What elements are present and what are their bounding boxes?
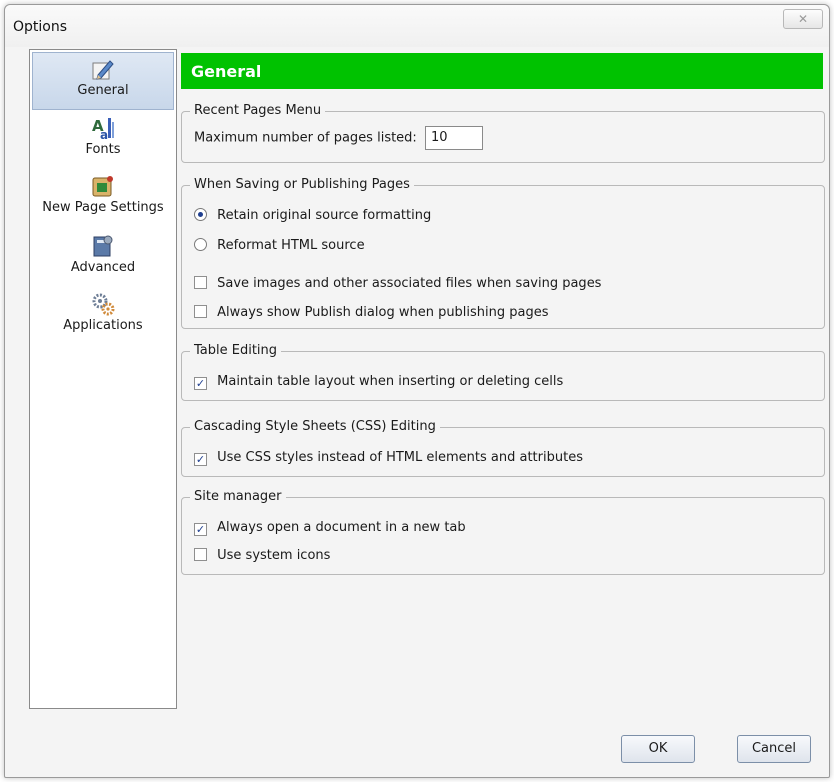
retain-formatting-option[interactable]: Retain original source formatting	[194, 208, 431, 223]
option-label: Always open a document in a new tab	[217, 520, 466, 535]
close-icon: ✕	[797, 12, 809, 26]
ok-button[interactable]: OK	[621, 735, 695, 763]
option-label: Retain original source formatting	[217, 208, 432, 223]
pencil-paper-icon	[92, 60, 114, 80]
publish-dialog-option[interactable]: Always show Publish dialog when publishi…	[194, 305, 549, 320]
maintain-table-layout-option[interactable]: ✓ Maintain table layout when inserting o…	[194, 374, 563, 390]
window-title: Options	[13, 19, 68, 35]
checkbox[interactable]	[194, 305, 207, 318]
radio-button[interactable]	[194, 208, 207, 221]
group-legend: Table Editing	[190, 343, 282, 358]
sidebar-item-advanced[interactable]: Advanced	[32, 230, 174, 286]
sidebar-item-label: Advanced	[70, 260, 136, 275]
max-pages-input[interactable]: 10	[424, 126, 483, 150]
sidebar-item-fonts[interactable]: A a Fonts	[32, 112, 174, 168]
cancel-button[interactable]: Cancel	[737, 735, 811, 763]
sidebar-item-label: New Page Settings	[42, 200, 164, 215]
category-list: General A a Fonts New Page Settings Adva…	[29, 49, 177, 709]
recent-pages-group: Recent Pages Menu Maximum number of page…	[181, 103, 825, 163]
group-legend: Recent Pages Menu	[190, 103, 326, 118]
option-label: Reformat HTML source	[217, 238, 365, 253]
option-label: Save images and other associated files w…	[217, 276, 602, 291]
checkbox-checked-icon[interactable]: ✓	[194, 377, 207, 390]
sidebar-item-general[interactable]: General	[32, 52, 174, 110]
reformat-html-option[interactable]: Reformat HTML source	[194, 238, 365, 253]
checkbox[interactable]	[194, 548, 207, 561]
use-css-option[interactable]: ✓ Use CSS styles instead of HTML element…	[194, 450, 583, 466]
svg-text:a: a	[100, 128, 108, 140]
close-button[interactable]: ✕	[783, 9, 823, 29]
option-label: Always show Publish dialog when publishi…	[217, 305, 549, 320]
sidebar-item-label: General	[77, 83, 129, 98]
gears-icon	[92, 293, 115, 316]
sidebar-item-label: Fonts	[85, 142, 121, 157]
group-legend: When Saving or Publishing Pages	[190, 177, 414, 192]
options-dialog: Options ✕ General A a Fonts New Page Set…	[4, 4, 830, 778]
advanced-settings-icon	[93, 235, 113, 257]
option-label: Use CSS styles instead of HTML elements …	[217, 450, 583, 465]
table-editing-group: Table Editing ✓ Maintain table layout wh…	[181, 343, 825, 401]
new-page-icon	[92, 176, 113, 197]
open-in-new-tab-option[interactable]: ✓ Always open a document in a new tab	[194, 520, 466, 536]
site-manager-group: Site manager ✓ Always open a document in…	[181, 489, 825, 575]
page-title: General	[181, 53, 823, 89]
checkbox-checked-icon[interactable]: ✓	[194, 453, 207, 466]
sidebar-item-label: Applications	[63, 318, 143, 333]
checkbox-checked-icon[interactable]: ✓	[194, 523, 207, 536]
save-images-option[interactable]: Save images and other associated files w…	[194, 276, 601, 291]
option-label: Use system icons	[217, 548, 331, 563]
sidebar-item-applications[interactable]: Applications	[32, 288, 174, 344]
group-legend: Cascading Style Sheets (CSS) Editing	[190, 419, 440, 434]
system-icons-option[interactable]: Use system icons	[194, 548, 330, 563]
saving-publishing-group: When Saving or Publishing Pages Retain o…	[181, 177, 825, 329]
title-bar: Options ✕	[5, 5, 829, 47]
checkbox[interactable]	[194, 276, 207, 289]
max-pages-label: Maximum number of pages listed:	[194, 130, 417, 146]
max-pages-row: Maximum number of pages listed: 10	[194, 126, 483, 150]
group-legend: Site manager	[190, 489, 286, 504]
font-icon: A a	[92, 117, 114, 140]
sidebar-item-new-page-settings[interactable]: New Page Settings	[32, 170, 174, 228]
css-editing-group: Cascading Style Sheets (CSS) Editing ✓ U…	[181, 419, 825, 477]
radio-button[interactable]	[194, 238, 207, 251]
option-label: Maintain table layout when inserting or …	[217, 374, 564, 389]
